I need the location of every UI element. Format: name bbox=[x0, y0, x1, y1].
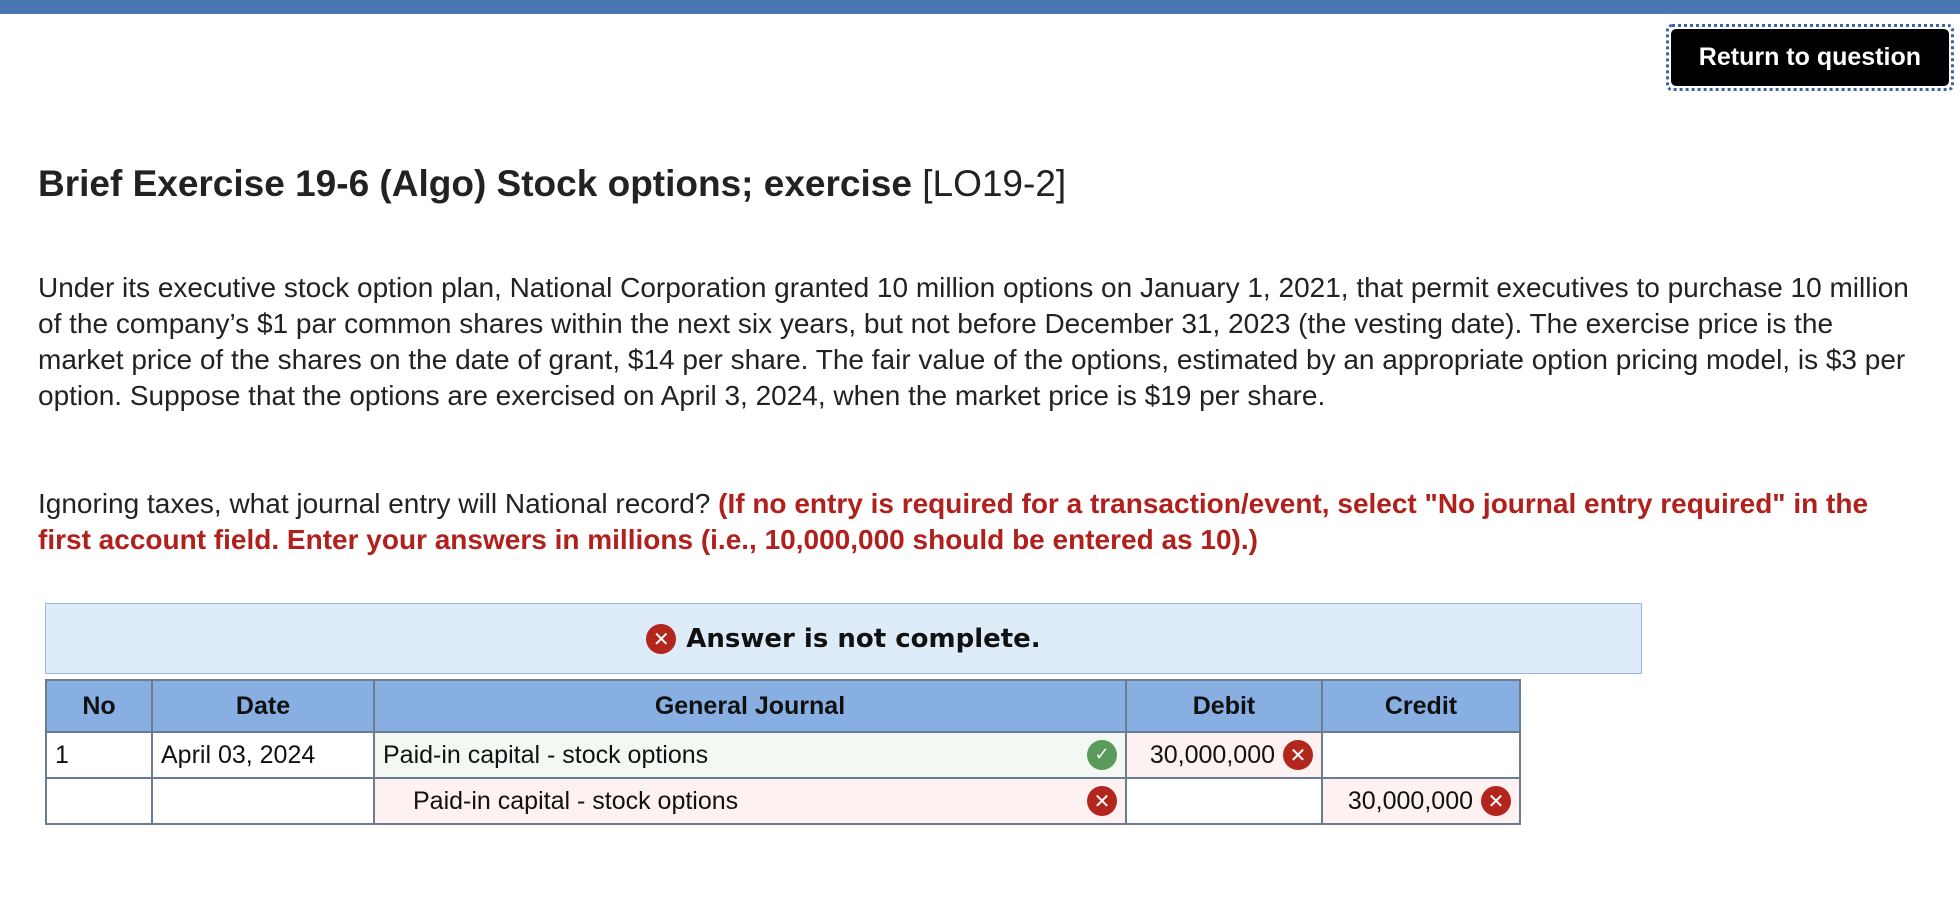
x-circle-icon: ✕ bbox=[646, 623, 677, 654]
date-cell[interactable]: April 03, 2024 bbox=[151, 731, 375, 779]
exercise-paragraph: Under its executive stock option plan, N… bbox=[38, 272, 1909, 411]
account-cell[interactable]: Paid-in capital - stock options ✓ bbox=[373, 731, 1127, 779]
account-value: Paid-in capital - stock options bbox=[413, 786, 739, 815]
account-value: Paid-in capital - stock options bbox=[383, 740, 709, 769]
column-header-no: No bbox=[45, 679, 153, 733]
date-value: April 03, 2024 bbox=[161, 740, 316, 769]
table-row: Paid-in capital - stock options ✕ 30,000… bbox=[45, 777, 1521, 825]
row-number-cell bbox=[45, 777, 153, 825]
answer-status-message: Answer is not complete. bbox=[686, 623, 1041, 654]
table-row: 1 April 03, 2024 Paid-in capital - stock… bbox=[45, 731, 1521, 779]
question-text: Ignoring taxes, what journal entry will … bbox=[38, 486, 1918, 558]
credit-cell[interactable] bbox=[1321, 731, 1521, 779]
question-prompt: Ignoring taxes, what journal entry will … bbox=[38, 488, 711, 519]
column-header-debit: Debit bbox=[1125, 679, 1323, 733]
journal-header-row: No Date General Journal Debit Credit bbox=[45, 679, 1521, 733]
exercise-title: Brief Exercise 19-6 (Algo) Stock options… bbox=[38, 163, 1066, 205]
date-cell[interactable] bbox=[151, 777, 375, 825]
row-number-cell: 1 bbox=[45, 731, 153, 779]
top-bar bbox=[0, 0, 1960, 14]
column-header-date: Date bbox=[151, 679, 375, 733]
answer-status-banner: ✕ Answer is not complete. bbox=[45, 603, 1642, 674]
credit-value: 30,000,000 bbox=[1347, 786, 1473, 815]
exercise-title-text: Brief Exercise 19-6 (Algo) Stock options… bbox=[38, 163, 912, 204]
x-circle-icon: ✕ bbox=[1087, 786, 1117, 816]
column-header-general-journal: General Journal bbox=[373, 679, 1127, 733]
x-circle-icon: ✕ bbox=[1481, 786, 1511, 816]
column-header-credit: Credit bbox=[1321, 679, 1521, 733]
exercise-code: [LO19-2] bbox=[922, 163, 1067, 204]
account-cell[interactable]: Paid-in capital - stock options ✕ bbox=[373, 777, 1127, 825]
debit-value: 30,000,000 bbox=[1149, 740, 1275, 769]
return-button-focus-ring: Return to question bbox=[1665, 24, 1954, 91]
debit-cell[interactable]: 30,000,000 ✕ bbox=[1125, 731, 1323, 779]
return-to-question-button[interactable]: Return to question bbox=[1670, 29, 1949, 86]
debit-cell[interactable] bbox=[1125, 777, 1323, 825]
credit-cell[interactable]: 30,000,000 ✕ bbox=[1321, 777, 1521, 825]
check-circle-icon: ✓ bbox=[1087, 740, 1117, 770]
x-circle-icon: ✕ bbox=[1283, 740, 1313, 770]
journal-table: No Date General Journal Debit Credit 1 A… bbox=[45, 679, 1521, 825]
